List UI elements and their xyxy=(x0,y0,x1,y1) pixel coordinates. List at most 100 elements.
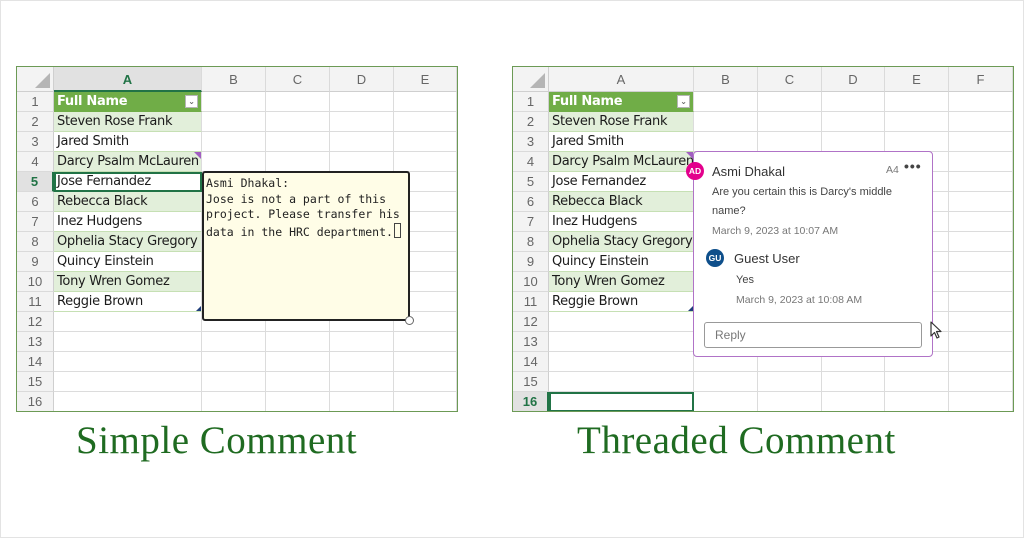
cell-a6[interactable]: Rebecca Black xyxy=(54,192,202,212)
cell-a5[interactable]: Jose Fernandez xyxy=(549,172,694,192)
cell-b3[interactable] xyxy=(694,132,758,152)
cell-a7[interactable]: Inez Hudgens xyxy=(54,212,202,232)
cell-a7[interactable]: Inez Hudgens xyxy=(549,212,694,232)
select-all-corner[interactable] xyxy=(513,67,549,92)
row-header-8[interactable]: 8 xyxy=(513,232,549,252)
cell-d4[interactable] xyxy=(330,152,394,172)
cell-f12[interactable] xyxy=(949,312,1013,332)
cell-a8[interactable]: Ophelia Stacy Gregory xyxy=(54,232,202,252)
cell-f3[interactable] xyxy=(949,132,1013,152)
column-header-d[interactable]: D xyxy=(822,67,885,92)
row-header-11[interactable]: 11 xyxy=(17,292,54,312)
cell-c13[interactable] xyxy=(266,332,330,352)
row-header-1[interactable]: 1 xyxy=(17,92,54,112)
cell-a8[interactable]: Ophelia Stacy Gregory xyxy=(549,232,694,252)
cell-a3[interactable]: Jared Smith xyxy=(549,132,694,152)
column-header-e[interactable]: E xyxy=(885,67,949,92)
row-header-9[interactable]: 9 xyxy=(513,252,549,272)
cell-c16[interactable] xyxy=(758,392,822,411)
cell-d2[interactable] xyxy=(822,112,885,132)
cell-a14[interactable] xyxy=(549,352,694,372)
row-header-3[interactable]: 3 xyxy=(17,132,54,152)
row-header-3[interactable]: 3 xyxy=(513,132,549,152)
column-header-c[interactable]: C xyxy=(266,67,330,92)
cell-d16[interactable] xyxy=(822,392,885,411)
cell-a2[interactable]: Steven Rose Frank xyxy=(54,112,202,132)
row-header-2[interactable]: 2 xyxy=(17,112,54,132)
cell-a4[interactable]: Darcy Psalm McLauren xyxy=(549,152,694,172)
cell-f1[interactable] xyxy=(949,92,1013,112)
cell-f10[interactable] xyxy=(949,272,1013,292)
row-header-10[interactable]: 10 xyxy=(17,272,54,292)
cell-a16[interactable] xyxy=(54,392,202,411)
cell-b2[interactable] xyxy=(202,112,266,132)
column-header-d[interactable]: D xyxy=(330,67,394,92)
cell-b13[interactable] xyxy=(202,332,266,352)
row-header-15[interactable]: 15 xyxy=(17,372,54,392)
cell-d15[interactable] xyxy=(330,372,394,392)
cell-e14[interactable] xyxy=(394,352,457,372)
filter-dropdown-icon[interactable]: ⌄ xyxy=(185,95,198,108)
cell-b4[interactable] xyxy=(202,152,266,172)
row-header-4[interactable]: 4 xyxy=(513,152,549,172)
cell-c15[interactable] xyxy=(758,372,822,392)
simple-comment-note[interactable]: Asmi Dhakal: Jose is not a part of this … xyxy=(202,171,414,325)
cell-b1[interactable] xyxy=(694,92,758,112)
cell-c3[interactable] xyxy=(758,132,822,152)
cell-a11[interactable]: Reggie Brown xyxy=(549,292,694,312)
row-header-5[interactable]: 5 xyxy=(513,172,549,192)
cell-d1[interactable] xyxy=(330,92,394,112)
cell-e16[interactable] xyxy=(885,392,949,411)
cell-a10[interactable]: Tony Wren Gomez xyxy=(54,272,202,292)
cell-a3[interactable]: Jared Smith xyxy=(54,132,202,152)
cell-a4[interactable]: Darcy Psalm McLauren xyxy=(54,152,202,172)
cell-b16[interactable] xyxy=(694,392,758,411)
cell-e2[interactable] xyxy=(394,112,457,132)
cell-a15[interactable] xyxy=(549,372,694,392)
cell-f11[interactable] xyxy=(949,292,1013,312)
cell-c1[interactable] xyxy=(266,92,330,112)
cell-e4[interactable] xyxy=(394,152,457,172)
cell-e15[interactable] xyxy=(885,372,949,392)
column-header-e[interactable]: E xyxy=(394,67,457,92)
resize-handle[interactable] xyxy=(405,316,414,325)
cell-b3[interactable] xyxy=(202,132,266,152)
cell-e13[interactable] xyxy=(394,332,457,352)
row-header-16[interactable]: 16 xyxy=(513,392,549,411)
filter-dropdown-icon[interactable]: ⌄ xyxy=(677,95,690,108)
row-header-10[interactable]: 10 xyxy=(513,272,549,292)
row-header-4[interactable]: 4 xyxy=(17,152,54,172)
cell-d13[interactable] xyxy=(330,332,394,352)
cell-a16[interactable] xyxy=(549,392,694,411)
row-header-14[interactable]: 14 xyxy=(513,352,549,372)
row-header-7[interactable]: 7 xyxy=(513,212,549,232)
row-header-12[interactable]: 12 xyxy=(513,312,549,332)
cell-a9[interactable]: Quincy Einstein xyxy=(54,252,202,272)
cell-b16[interactable] xyxy=(202,392,266,411)
cell-a13[interactable] xyxy=(549,332,694,352)
column-header-f[interactable]: F xyxy=(949,67,1013,92)
row-header-6[interactable]: 6 xyxy=(17,192,54,212)
cell-a10[interactable]: Tony Wren Gomez xyxy=(549,272,694,292)
cell-d16[interactable] xyxy=(330,392,394,411)
cell-f16[interactable] xyxy=(949,392,1013,411)
cell-a5[interactable]: Jose Fernandez xyxy=(54,172,202,192)
cell-f7[interactable] xyxy=(949,212,1013,232)
cell-f14[interactable] xyxy=(949,352,1013,372)
cell-a12[interactable] xyxy=(54,312,202,332)
row-header-5[interactable]: 5 xyxy=(17,172,54,192)
cell-e1[interactable] xyxy=(885,92,949,112)
cell-e3[interactable] xyxy=(885,132,949,152)
column-header-b[interactable]: B xyxy=(694,67,758,92)
cell-a6[interactable]: Rebecca Black xyxy=(549,192,694,212)
cell-a15[interactable] xyxy=(54,372,202,392)
cell-f4[interactable] xyxy=(949,152,1013,172)
row-header-2[interactable]: 2 xyxy=(513,112,549,132)
select-all-corner[interactable] xyxy=(17,67,54,92)
reply-input[interactable]: Reply xyxy=(704,322,922,348)
table-resize-handle[interactable] xyxy=(196,306,201,311)
column-header-c[interactable]: C xyxy=(758,67,822,92)
cell-c16[interactable] xyxy=(266,392,330,411)
cell-e1[interactable] xyxy=(394,92,457,112)
row-header-14[interactable]: 14 xyxy=(17,352,54,372)
